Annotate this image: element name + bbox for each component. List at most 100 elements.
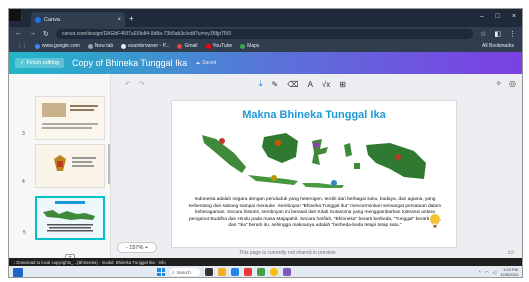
apps-icon[interactable]: ⋮⋮ xyxy=(17,43,27,49)
close-window-button[interactable]: × xyxy=(512,13,516,20)
page-number: 4 xyxy=(22,179,25,185)
tray-chevron-icon[interactable]: ^ xyxy=(479,270,481,275)
taskbar: ⌕ Search ^ ◠ ◁ 1:03 PM 12/8/2024 xyxy=(9,266,522,277)
system-tray: ^ ◠ ◁ 1:03 PM 12/8/2024 xyxy=(479,267,518,277)
slide-body-text: Indonesia adalah negara dengan penduduk … xyxy=(188,197,442,229)
check-icon: ✓ xyxy=(20,60,25,66)
clock-date: 12/8/2024 xyxy=(500,271,518,277)
url-field[interactable]: canva.com/design/DAGbF4NI7uE/Ikdf4-9d8a-… xyxy=(55,28,474,39)
forward-button[interactable]: → xyxy=(29,30,36,37)
canvas-right-tools: ✧ ◎ xyxy=(495,79,516,88)
bookmark-favicon-icon xyxy=(177,43,183,49)
screen: Canva × + – □ × ← → ↻ canva.com/design/D… xyxy=(8,8,523,278)
app-icon[interactable] xyxy=(283,268,291,276)
magic-icon[interactable]: ✧ xyxy=(495,79,502,88)
camera-overlay xyxy=(9,9,21,21)
page-thumbnails-panel: 3 4 5 xyxy=(9,74,111,262)
grid-icon[interactable]: ⊞ xyxy=(339,80,346,89)
thumbnail-map-icon xyxy=(43,201,95,232)
slide-page[interactable]: Makna Bhineka Tunggal Ika Indonesia adal… xyxy=(171,100,457,248)
bookmark-4[interactable]: YouTube xyxy=(205,43,233,49)
all-bookmarks-link[interactable]: All Bookmarks xyxy=(482,43,514,49)
page-number: 3 xyxy=(22,131,25,137)
thumbnail-scrollbar[interactable] xyxy=(108,144,110,184)
clock[interactable]: 1:03 PM 12/8/2024 xyxy=(500,267,518,277)
bookmark-5[interactable]: Maps xyxy=(240,43,259,49)
indonesia-map-image xyxy=(202,133,426,188)
task-view-icon[interactable] xyxy=(205,268,213,276)
text-icon[interactable]: A xyxy=(308,80,313,89)
wifi-icon[interactable]: ◠ xyxy=(485,270,489,276)
window-controls: – □ × xyxy=(480,13,516,20)
slide-title: Makna Bhineka Tunggal Ika xyxy=(242,109,386,121)
new-tab-button[interactable]: + xyxy=(129,14,134,23)
draw-icon[interactable]: ✎ xyxy=(272,80,279,89)
formula-icon[interactable]: √x xyxy=(322,80,330,89)
bookmark-2[interactable]: exambrowser - P... xyxy=(121,43,169,49)
bookmark-1[interactable]: New tab xyxy=(87,43,114,49)
bookmark-favicon-icon xyxy=(35,43,40,49)
canvas-area: ↶ ↷ ⤓ ✎ ⌫ A √x ⊞ ✧ ◎ Makna Bhineka Tungg… xyxy=(111,74,522,258)
finish-editing-button[interactable]: ✓ Finish editing xyxy=(15,58,65,68)
tab-canva[interactable]: Canva × xyxy=(31,12,125,27)
app-icon[interactable] xyxy=(257,268,265,276)
bookmark-label: Maps xyxy=(247,43,260,49)
minimize-button[interactable]: – xyxy=(480,13,484,20)
taskbar-apps: ⌕ Search xyxy=(157,268,291,276)
page-number: 5 xyxy=(23,230,26,236)
canva-header: ✓ Finish editing Copy of Bhineka Tunggal… xyxy=(9,52,522,74)
reload-button[interactable]: ↻ xyxy=(43,30,49,38)
volume-icon[interactable]: ◁ xyxy=(493,270,496,276)
bookmark-label: exambrowser - P... xyxy=(128,43,170,49)
file-explorer-icon[interactable] xyxy=(218,268,226,276)
bookmark-3[interactable]: Gmail xyxy=(177,43,198,49)
download-icon[interactable]: ⤓ xyxy=(259,79,263,89)
bookmark-label: www.google.com xyxy=(42,43,80,49)
browser-tabstrip: Canva × + – □ × xyxy=(9,9,522,27)
address-bar: ← → ↻ canva.com/design/DAGbF4NI7uE/Ikdf4… xyxy=(9,27,522,40)
bookmarks-bar: ⋮⋮ www.google.com New tab exambrowser - … xyxy=(9,40,522,52)
eraser-icon[interactable]: ⌫ xyxy=(287,80,298,89)
bookmark-favicon-icon xyxy=(240,43,246,49)
thumbnail-preview-icon xyxy=(42,103,98,129)
page-thumbnail[interactable]: 4 xyxy=(22,144,105,188)
chrome-icon[interactable] xyxy=(270,268,278,276)
back-button[interactable]: ← xyxy=(15,30,22,37)
bookmark-label: New tab xyxy=(94,43,114,49)
bookmark-label: Gmail xyxy=(184,43,198,49)
search-icon: ⌕ xyxy=(172,269,175,275)
undo-icon[interactable]: ↶ xyxy=(125,80,131,88)
zoom-control[interactable]: - 157% + xyxy=(117,242,157,253)
taskbar-search[interactable]: ⌕ Search xyxy=(170,268,200,276)
page-thumbnail[interactable]: 3 xyxy=(22,96,105,140)
bookmark-favicon-icon xyxy=(87,43,93,49)
bookmark-favicon-icon xyxy=(121,43,127,49)
finish-editing-label: Finish editing xyxy=(26,60,60,66)
notes-icon[interactable]: ▭ xyxy=(507,248,514,256)
redo-icon[interactable]: ↷ xyxy=(139,80,145,88)
maximize-button[interactable]: □ xyxy=(496,13,500,20)
bookmark-0[interactable]: www.google.com xyxy=(35,43,80,49)
audio-icon[interactable]: ◎ xyxy=(509,79,516,88)
widgets-icon[interactable] xyxy=(13,268,23,277)
bookmark-star-icon[interactable]: ☆ xyxy=(480,30,486,38)
drawing-toolbar: ⤓ ✎ ⌫ A √x ⊞ xyxy=(259,79,346,89)
saved-label: Saved xyxy=(202,60,217,66)
windows-start-icon[interactable] xyxy=(157,268,165,276)
store-icon[interactable] xyxy=(244,268,252,276)
tab-title: Canva xyxy=(44,16,60,23)
page-thumbnail-active[interactable]: 5 xyxy=(23,196,105,240)
menu-icon[interactable]: ⋮ xyxy=(509,30,516,38)
history-controls: ↶ ↷ xyxy=(125,80,145,88)
cloud-icon: ☁ xyxy=(195,60,201,66)
edge-icon[interactable] xyxy=(231,268,239,276)
extensions-icon[interactable]: ◧ xyxy=(494,30,501,38)
hot-air-balloon-icon xyxy=(430,214,440,228)
search-label: Search xyxy=(176,269,191,275)
document-title[interactable]: Copy of Bhineka Tunggal Ika xyxy=(72,58,187,68)
download-bar[interactable]: ↓ Download to local copyrights_...(Bhinn… xyxy=(9,258,522,266)
bookmark-label: YouTube xyxy=(212,43,233,49)
close-tab-icon[interactable]: × xyxy=(117,17,121,23)
thumbnail-garuda-icon xyxy=(54,155,96,171)
save-status: ☁ Saved xyxy=(195,60,216,66)
